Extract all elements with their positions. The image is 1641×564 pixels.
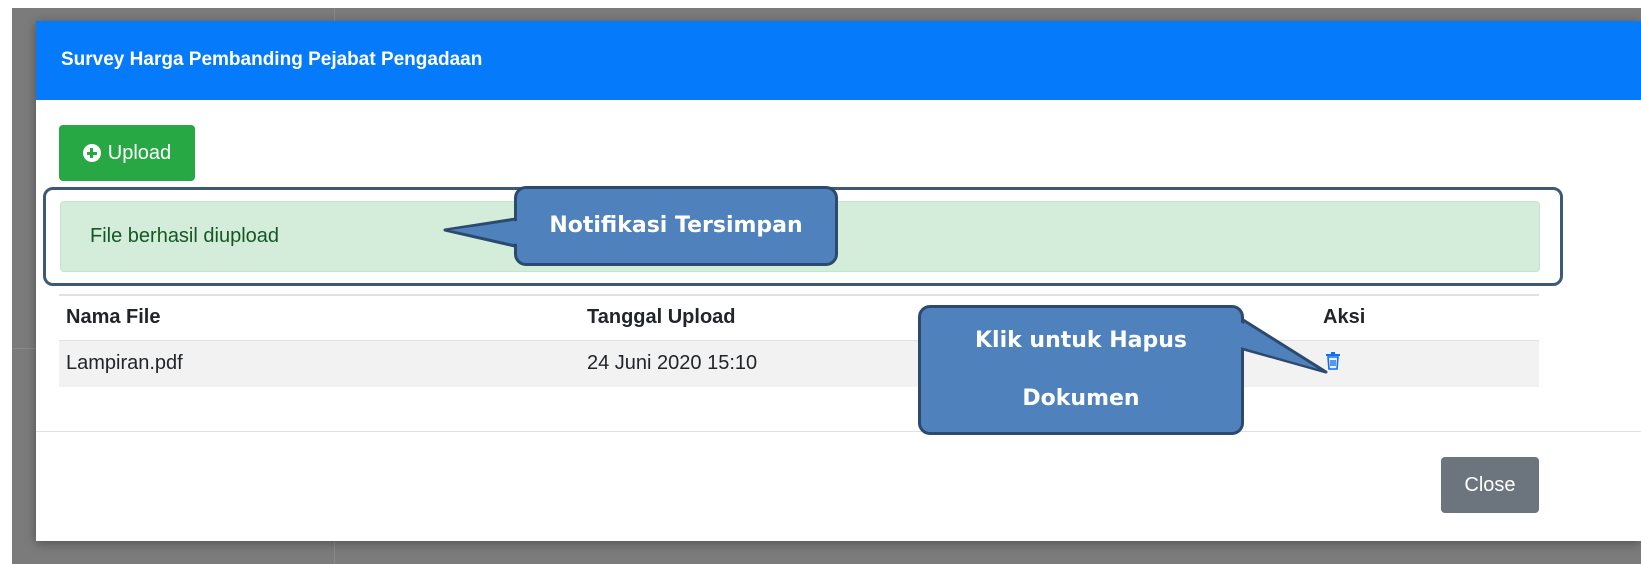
table-top-border [59,294,1539,296]
table-row [59,340,1539,387]
upload-button-label: Upload [107,141,172,164]
trash-icon[interactable] [1325,352,1341,370]
column-header-aksi: Aksi [1323,306,1366,328]
modal-header: Survey Harga Pembanding Pejabat Pengadaa… [36,21,1641,100]
delete-callout: Klik untuk Hapus Dokumen [918,305,1244,435]
upload-button[interactable]: Upload [59,125,195,181]
notification-callout-text: Notifikasi Tersimpan [549,213,803,238]
screenshot-stage: Survey Harga Pembanding Pejabat Pengadaa… [0,0,1641,564]
modal-footer-divider [36,431,1641,432]
notification-callout: Notifikasi Tersimpan [514,186,838,266]
cell-nama-file: Lampiran.pdf [66,352,183,374]
cell-tanggal-upload: 24 Juni 2020 15:10 [587,352,758,374]
backdrop-divider [12,348,36,349]
plus-circle-icon [82,144,101,162]
delete-callout-line1: Klik untuk Hapus [975,328,1187,353]
close-button[interactable]: Close [1441,457,1539,513]
upload-modal: Survey Harga Pembanding Pejabat Pengadaa… [36,21,1641,541]
modal-title: Survey Harga Pembanding Pejabat Pengadaa… [61,49,483,70]
column-header-tanggal-upload: Tanggal Upload [587,306,736,328]
delete-callout-line2: Dokumen [1022,386,1140,411]
column-header-nama-file: Nama File [66,306,161,328]
